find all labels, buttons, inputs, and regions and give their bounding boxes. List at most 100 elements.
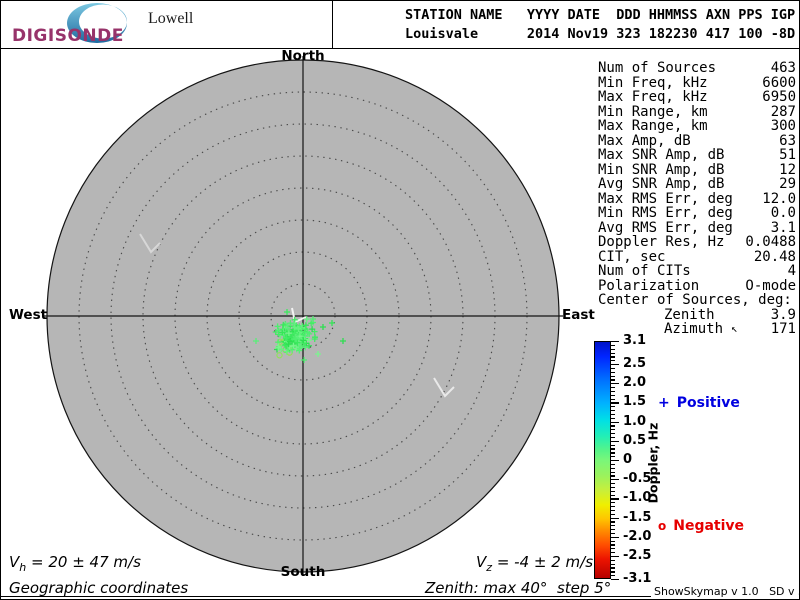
stat-row: Min Range, km 287	[598, 104, 796, 120]
stat-label: Doppler Res, Hz	[598, 234, 725, 250]
header-col-axn-value: 417	[705, 25, 731, 42]
stat-value: 0.0	[770, 205, 796, 221]
horizontal-velocity-readout: Vh = 20 ± 47 m/s	[9, 553, 141, 574]
colorbar-tick-label: 1.5	[623, 394, 647, 410]
stat-value: 12	[779, 161, 796, 178]
negative-doppler-legend: o Negative	[658, 518, 744, 534]
stat-value: 3.9	[770, 306, 796, 323]
stat-value: 6600	[762, 74, 796, 91]
compass-east-label: East	[562, 307, 595, 323]
header-col-ddd-label: DDD	[616, 7, 641, 23]
colorbar-tick	[611, 364, 619, 366]
colorbar-tick-label: 1.0	[623, 413, 647, 429]
stat-row: Min Freq, kHz 6600	[598, 74, 796, 91]
stat-value: 300	[770, 118, 796, 134]
colorbar-tick	[611, 417, 615, 419]
header-col-yyyy-label: YYYY	[526, 7, 560, 23]
colorbar-tick	[611, 452, 615, 454]
colorbar-tick	[611, 536, 619, 538]
positive-legend-label: Positive	[676, 395, 740, 411]
stat-value: 0.0488	[745, 234, 796, 250]
colorbar-tick	[611, 448, 615, 450]
azimuth-direction-icon: ↖	[731, 322, 738, 335]
station-column-label: STATION NAME	[405, 7, 503, 23]
colorbar-tick	[611, 544, 615, 546]
colorbar-tick	[611, 502, 615, 504]
stat-label: Zenith	[664, 306, 715, 323]
stat-label: Min SNR Amp, dB	[598, 161, 725, 178]
colorbar-tick	[611, 525, 615, 527]
stat-row: Max SNR Amp, dB 51	[598, 148, 796, 163]
colorbar-tick	[611, 436, 615, 439]
colorbar-tick	[611, 559, 615, 561]
colorbar-tick	[611, 486, 615, 489]
stat-row: Min RMS Err, deg 0.0	[598, 206, 796, 221]
stat-value: 6950	[762, 89, 796, 105]
stat-row: Polarization O-mode	[598, 277, 796, 294]
colorbar-tick	[611, 341, 619, 343]
colorbar-tick	[611, 387, 615, 389]
stat-label: Max Range, km	[598, 118, 708, 134]
colorbar-tick	[611, 529, 615, 531]
stat-row: Avg SNR Amp, dB 29	[598, 177, 796, 192]
stat-label: Max Freq, kHz	[598, 89, 708, 105]
colorbar-tick	[611, 548, 615, 550]
showskymap-window: North South West East Lowell DIGISONDE S…	[0, 0, 800, 600]
header-col-igp-value: -8D	[770, 25, 796, 42]
colorbar-tick	[611, 552, 615, 554]
positive-doppler-legend: + Positive	[658, 395, 740, 411]
lowell-digisonde-logo: Lowell DIGISONDE	[1, 1, 333, 48]
stat-value: 29	[779, 176, 796, 192]
stat-value: 12.0	[762, 190, 796, 207]
colorbar-tick-label: -2.5	[623, 548, 652, 564]
compass-south-label: South	[280, 564, 326, 580]
stat-row: Zenith 3.9	[598, 306, 796, 323]
colorbar-tick	[611, 394, 615, 396]
colorbar-tick	[611, 383, 619, 385]
stat-label: Avg RMS Err, deg	[598, 219, 733, 236]
negative-legend-label: Negative	[673, 518, 745, 534]
header-col-date-value: Nov19	[567, 25, 609, 42]
colorbar-tick	[611, 475, 615, 477]
header-col-hhmmss-label: HHMMSS	[648, 7, 698, 23]
coordinate-system-label: Geographic coordinates	[9, 579, 189, 597]
colorbar-tick	[611, 440, 619, 442]
colorbar-tick	[611, 555, 619, 558]
stat-label: Max SNR Amp, dB	[598, 147, 725, 163]
center-of-sources-header: Center of Sources, deg:	[598, 292, 792, 308]
header-col-ddd: DDD 323	[616, 6, 649, 43]
colorbar-tick	[611, 406, 615, 408]
stat-label: Min Freq, kHz	[598, 74, 708, 91]
stat-row: Max RMS Err, deg 12.0	[598, 190, 796, 207]
header-col-igp: IGP -8D	[771, 6, 795, 43]
title-bar: Lowell DIGISONDE STATION NAME Louisvale YY…	[1, 1, 799, 49]
header-col-pps: PPS 100	[738, 6, 771, 43]
colorbar-tick	[611, 425, 615, 427]
circle-marker-icon: o	[658, 519, 667, 533]
colorbar-tick	[611, 540, 615, 542]
header-col-date: DATE Nov19	[568, 6, 617, 43]
colorbar-tick	[611, 379, 615, 381]
colorbar-axis-title: Doppler, Hz	[645, 422, 661, 504]
stat-label: Num of CITs	[598, 263, 691, 279]
header-col-yyyy-value: 2014	[526, 25, 560, 42]
stat-value: O-mode	[745, 277, 796, 294]
stat-value: 20.48	[753, 248, 796, 265]
colorbar-tick	[611, 348, 615, 350]
stat-row: Avg RMS Err, deg 3.1	[598, 219, 796, 236]
station-column-value: Louisvale	[405, 25, 479, 42]
colorbar-tick	[611, 479, 619, 481]
colorbar-tick	[611, 460, 619, 462]
stat-value: 51	[779, 147, 796, 163]
colorbar-tick-label: 0	[623, 452, 633, 468]
colorbar-tick	[611, 398, 615, 400]
colorbar-tick	[611, 532, 615, 535]
stat-value: 171	[770, 321, 796, 337]
compass-north-label: North	[281, 48, 325, 64]
colorbar-tick	[611, 483, 615, 485]
header-col-axn: AXN 417	[706, 6, 739, 43]
stat-label: Max RMS Err, deg	[598, 190, 733, 207]
header-col-hhmmss: HHMMSS 182230	[649, 6, 706, 43]
colorbar-tick	[611, 356, 615, 358]
colorbar-tick	[611, 352, 615, 354]
